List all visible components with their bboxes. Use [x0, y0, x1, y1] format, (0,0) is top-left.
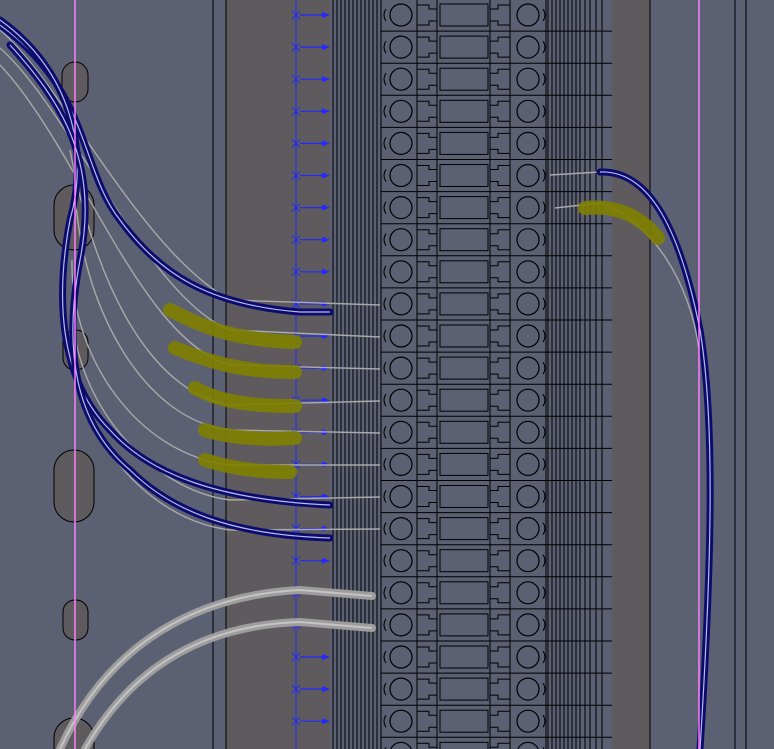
din-rail-right	[612, 0, 650, 749]
wiring-diagram	[0, 0, 774, 749]
panel-background	[0, 0, 774, 749]
wiring-diagram-canvas	[0, 0, 774, 749]
background-layer	[0, 0, 774, 749]
mounting-slot	[53, 449, 95, 523]
